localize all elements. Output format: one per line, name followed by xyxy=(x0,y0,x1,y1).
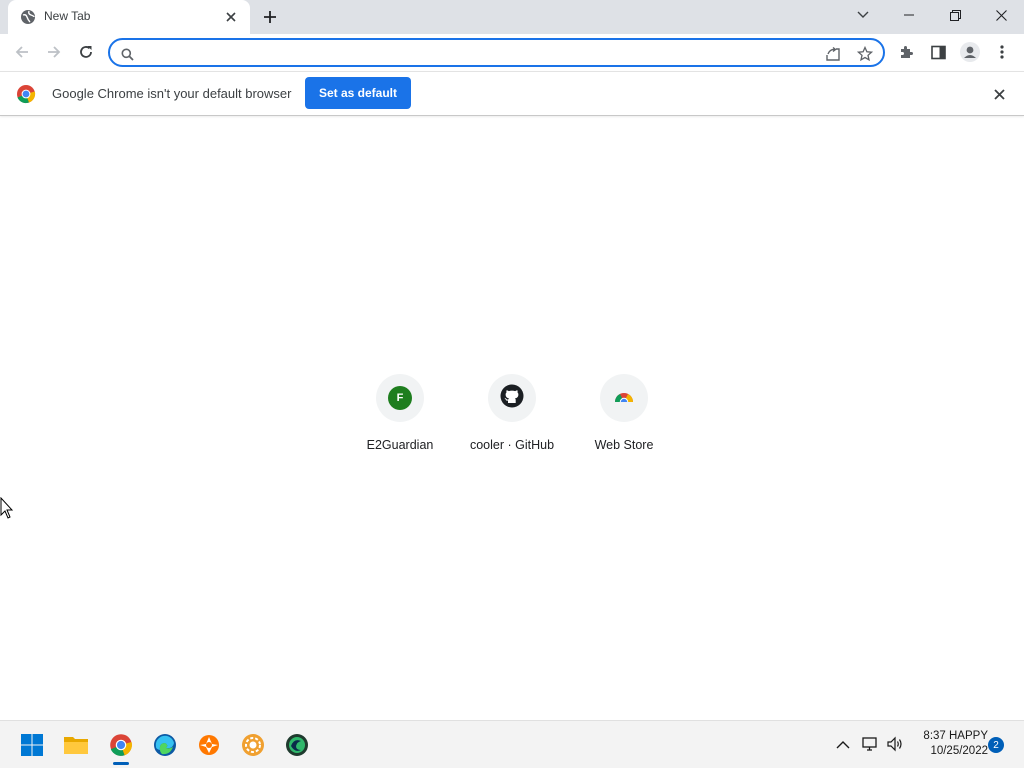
set-as-default-button[interactable]: Set as default xyxy=(305,77,411,109)
file-explorer-icon[interactable] xyxy=(60,729,92,761)
infobar-close-icon[interactable] xyxy=(990,85,1008,103)
shortcut-icon-circle: F xyxy=(376,374,424,422)
infobar-message: Google Chrome isn't your default browser xyxy=(52,86,292,101)
tab-new-tab[interactable]: New Tab xyxy=(8,0,250,34)
shortcut-tile[interactable]: F E2Guardian xyxy=(344,374,456,464)
mouse-cursor-icon xyxy=(0,496,14,519)
windows-start-icon[interactable] xyxy=(16,729,48,761)
tab-strip: New Tab xyxy=(0,0,1024,34)
shortcut-icon-circle xyxy=(600,374,648,422)
chrome-logo-icon xyxy=(16,84,36,104)
profile-avatar-icon[interactable] xyxy=(956,38,984,66)
close-window-button[interactable] xyxy=(978,0,1024,30)
new-tab-button[interactable] xyxy=(258,6,282,28)
shortcut-label: E2Guardian xyxy=(366,438,434,452)
menu-kebab-icon[interactable] xyxy=(988,38,1016,66)
shortcut-label: Web Store xyxy=(594,438,654,452)
network-icon[interactable] xyxy=(859,733,881,755)
bookmark-star-icon[interactable] xyxy=(856,45,874,63)
clock-time: 8:37 HAPPY xyxy=(923,730,988,742)
tab-title: New Tab xyxy=(44,9,91,23)
globe-icon xyxy=(20,9,36,25)
tab-search-chevron-icon[interactable] xyxy=(840,0,886,30)
volume-icon[interactable] xyxy=(884,733,906,755)
github-icon xyxy=(500,384,524,413)
edge-dev-icon[interactable] xyxy=(281,729,313,761)
extensions-puzzle-icon[interactable] xyxy=(892,38,920,66)
notification-badge[interactable]: 2 xyxy=(988,737,1004,753)
side-panel-icon[interactable] xyxy=(924,38,952,66)
default-browser-infobar: Google Chrome isn't your default browser… xyxy=(0,71,1024,116)
shortcut-tile[interactable]: Web Store xyxy=(568,374,680,464)
letter-f-icon: F xyxy=(388,386,412,410)
omnibox[interactable] xyxy=(108,38,885,67)
minimize-button[interactable] xyxy=(886,0,932,30)
omnibox-input[interactable] xyxy=(140,43,800,63)
taskbar-clock[interactable]: 8:37 HAPPY 10/25/2022 xyxy=(910,729,988,759)
back-button[interactable] xyxy=(8,38,36,66)
shortcut-label: cooler · GitHub xyxy=(469,438,555,452)
restore-button[interactable] xyxy=(932,0,978,30)
share-icon[interactable] xyxy=(824,45,842,63)
taskbar: 8:37 HAPPY 10/25/2022 2 xyxy=(0,720,1024,768)
avast-icon[interactable] xyxy=(193,729,225,761)
chrome-taskbar-icon[interactable] xyxy=(105,729,137,761)
active-app-indicator xyxy=(113,762,129,765)
show-hidden-icons-chevron[interactable] xyxy=(832,733,854,755)
settings-gear-icon[interactable] xyxy=(237,729,269,761)
shortcut-tile[interactable]: cooler · GitHub xyxy=(456,374,568,464)
shortcut-icon-circle xyxy=(488,374,536,422)
edge-icon[interactable] xyxy=(149,729,181,761)
reload-button[interactable] xyxy=(72,38,100,66)
chrome-web-store-icon xyxy=(613,388,635,409)
clock-date: 10/25/2022 xyxy=(930,745,988,757)
desktop: New Tab Google Chrome isn't your default… xyxy=(0,0,1024,768)
search-icon xyxy=(118,45,136,63)
tab-close-icon[interactable] xyxy=(222,8,240,26)
toolbar xyxy=(0,34,1024,71)
forward-button[interactable] xyxy=(40,38,68,66)
